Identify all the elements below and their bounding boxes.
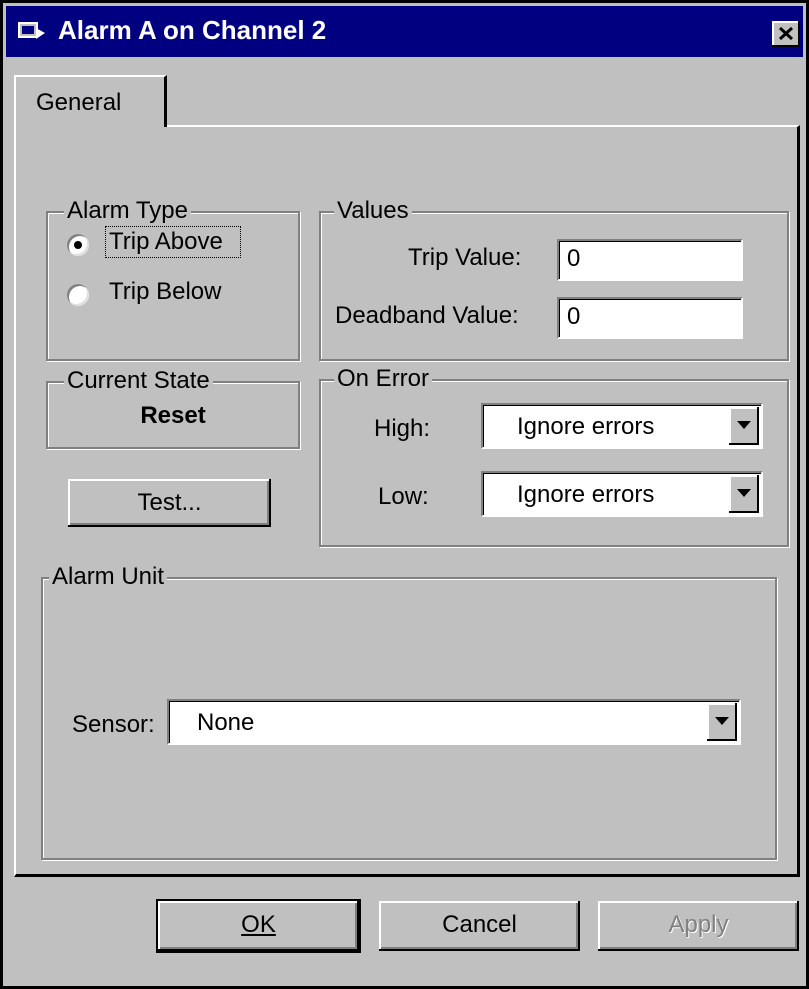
sensor-select[interactable]: None	[167, 699, 741, 745]
focus-rectangle	[105, 226, 241, 258]
cancel-button-label: Cancel	[442, 911, 517, 938]
chevron-down-icon	[715, 717, 729, 725]
on-error-high-value: Ignore errors	[517, 413, 655, 440]
on-error-high-dropdown-button[interactable]	[729, 407, 759, 445]
sensor-value: None	[197, 709, 255, 736]
on-error-label: On Error	[334, 365, 433, 393]
radio-selected-dot	[74, 241, 82, 249]
trip-value-label: Trip Value:	[408, 244, 522, 271]
alarm-unit-group: Alarm Unit Sensor: None	[41, 563, 777, 860]
sensor-dropdown-button[interactable]	[707, 703, 737, 741]
chevron-down-icon	[737, 489, 751, 497]
ok-button[interactable]: OK	[156, 899, 361, 953]
trip-below-label[interactable]: Trip Below	[109, 278, 221, 306]
alarm-unit-label: Alarm Unit	[49, 563, 168, 591]
title-bar[interactable]: Alarm A on Channel 2	[6, 6, 803, 57]
dialog-window: Alarm A on Channel 2 General Alarm Type …	[0, 0, 809, 989]
on-error-high-select[interactable]: Ignore errors	[481, 403, 763, 449]
values-label: Values	[334, 197, 412, 225]
cancel-button[interactable]: Cancel	[379, 901, 580, 951]
on-error-low-dropdown-button[interactable]	[729, 475, 759, 513]
apply-button-label: Apply	[668, 911, 729, 938]
deadband-value-input[interactable]: 0	[557, 297, 743, 339]
deadband-value-label: Deadband Value:	[335, 302, 519, 329]
on-error-low-select[interactable]: Ignore errors	[481, 471, 763, 517]
trip-above-radio[interactable]	[67, 234, 89, 256]
alarm-type-group: Alarm Type Trip Above Trip Below	[46, 197, 300, 361]
on-error-high-label: High:	[374, 415, 431, 442]
values-group: Values Trip Value: 0 Deadband Value: 0	[319, 197, 789, 361]
tab-panel: Alarm Type Trip Above Trip Below Values …	[14, 125, 800, 877]
current-state-group: Current State Reset	[46, 367, 300, 449]
current-state-label: Current State	[64, 367, 213, 395]
test-button-label: Test...	[137, 489, 202, 516]
current-state-value: Reset	[140, 402, 206, 429]
apply-button[interactable]: Apply	[598, 901, 799, 951]
app-icon	[18, 22, 45, 39]
on-error-low-value: Ignore errors	[517, 481, 655, 508]
on-error-low-label: Low:	[378, 483, 429, 510]
close-button[interactable]	[772, 21, 800, 47]
ok-button-label: OK	[241, 911, 276, 938]
alarm-type-label: Alarm Type	[64, 197, 191, 225]
tab-general-label: General	[36, 89, 122, 116]
trip-value-input[interactable]: 0	[557, 239, 743, 281]
trip-below-radio[interactable]	[67, 284, 89, 306]
close-icon	[779, 27, 793, 40]
window-title: Alarm A on Channel 2	[58, 15, 327, 45]
test-button[interactable]: Test...	[68, 479, 271, 527]
chevron-down-icon	[737, 421, 751, 429]
tab-general[interactable]: General	[14, 75, 167, 127]
on-error-group: On Error High: Ignore errors Low: Ignore…	[319, 365, 789, 547]
sensor-label: Sensor:	[72, 711, 155, 738]
